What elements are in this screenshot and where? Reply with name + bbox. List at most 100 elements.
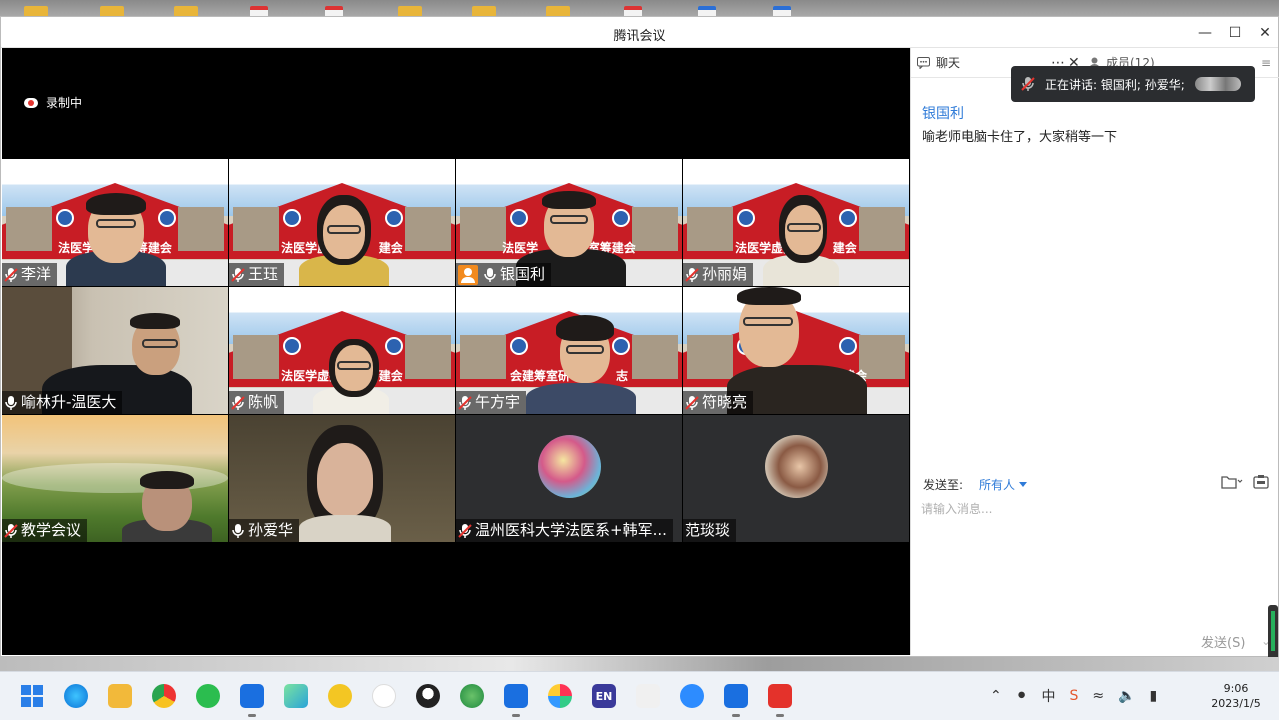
participant-name: 范琰琰: [685, 521, 731, 539]
windows-start-icon[interactable]: [20, 684, 44, 708]
participant-name: 教学会议: [21, 521, 82, 539]
mic-icon: [4, 395, 18, 411]
chrome-icon[interactable]: [152, 684, 176, 708]
video-tile[interactable]: 法医学虚拟 建会 王珏: [229, 159, 455, 286]
participant-name: 李洋: [21, 265, 52, 283]
avatar: [538, 435, 601, 498]
video-tile[interactable]: 法医学 筹建会 李洋: [2, 159, 228, 286]
app-icon[interactable]: [372, 684, 396, 708]
folder-icon[interactable]: [24, 6, 48, 16]
title-bar: 腾讯会议 — ☐ ✕: [1, 17, 1278, 48]
volume-icon[interactable]: 🔈: [1118, 688, 1135, 704]
video-tile-active-speaker[interactable]: 法医学 研室筹建会 银国利: [456, 159, 682, 286]
participant-name-label: 陈帆: [229, 391, 285, 414]
banner-text: 建会: [378, 369, 403, 383]
ime-indicator[interactable]: 中: [1041, 686, 1055, 706]
doc-file-icon[interactable]: [773, 6, 791, 16]
record-icon: [24, 97, 38, 108]
app-icon[interactable]: [724, 684, 748, 717]
send-to-dropdown[interactable]: 所有人: [979, 476, 1028, 493]
participant-name: 银国利: [500, 265, 546, 283]
message-sender[interactable]: 银国利: [922, 104, 1262, 124]
banner-text: 建会: [832, 241, 857, 255]
chevron-down-icon: [1019, 481, 1028, 487]
video-grid: 法医学 筹建会 李洋 法医学虚拟 建会 王珏 法医学 研室筹建会 银国利 法医学…: [2, 159, 910, 543]
video-tile[interactable]: 建会 符晓亮: [683, 287, 909, 414]
participant-name-label: 孙丽娟: [683, 263, 754, 286]
video-tile[interactable]: 法医学虚拟 建会 孙丽娟: [683, 159, 909, 286]
microscope-icon[interactable]: [636, 684, 660, 708]
app-icon[interactable]: [328, 684, 352, 708]
system-tray: ⌃ ⚫ 中 S ≈ 🔈 ▮: [990, 684, 1157, 708]
screenshot-icon[interactable]: [1253, 474, 1269, 493]
video-tile[interactable]: 教学会议: [2, 415, 228, 542]
mic-muted-icon: [231, 395, 245, 411]
folder-icon[interactable]: [472, 6, 496, 16]
wechat-icon[interactable]: [196, 684, 220, 708]
mic-muted-icon: [458, 395, 472, 411]
edge-browser-icon[interactable]: [64, 684, 88, 708]
sogou-input-icon[interactable]: S: [1069, 688, 1078, 704]
english-app-icon[interactable]: EN: [592, 684, 616, 708]
app-icon[interactable]: [460, 684, 484, 708]
wifi-icon[interactable]: ≈: [1092, 688, 1104, 704]
folder-icon[interactable]: [546, 6, 570, 16]
pdf-file-icon[interactable]: [250, 6, 268, 16]
participant-name: 王珏: [248, 265, 279, 283]
folder-icon[interactable]: [398, 6, 422, 16]
clock[interactable]: 9:06 2023/1/5: [1206, 681, 1266, 711]
video-tile[interactable]: 温州医科大学法医系+韩军...: [456, 415, 682, 542]
folder-icon[interactable]: [174, 6, 198, 16]
mic-muted-icon: [458, 523, 472, 539]
mic-icon: [231, 523, 245, 539]
meeting-window: 腾讯会议 — ☐ ✕ 录制中 法医学 筹建会 李洋 法医学虚拟 建会 王珏 法医…: [0, 16, 1279, 657]
tencent-meeting-icon[interactable]: [504, 684, 528, 717]
mic-muted-icon: [1021, 77, 1035, 91]
mic-muted-icon: [4, 267, 18, 283]
close-button[interactable]: ✕: [1250, 21, 1279, 45]
chat-message-input[interactable]: [921, 500, 1269, 620]
participant-name-label: 孙爱华: [229, 519, 300, 542]
participant-name-label: 教学会议: [2, 519, 88, 542]
pdf-file-icon[interactable]: [624, 6, 642, 16]
recording-indicator[interactable]: 录制中: [24, 94, 82, 111]
video-tile[interactable]: 法医学虚拟 建会 陈帆: [229, 287, 455, 414]
speaking-toast: 正在讲话: 银国利; 孙爱华;: [1011, 66, 1255, 102]
app-icon[interactable]: [548, 684, 572, 708]
banner-text: 志: [615, 369, 628, 383]
participant-name-label: 王珏: [229, 263, 285, 286]
banner-text: 会建筹室研: [510, 369, 571, 383]
battery-icon[interactable]: ▮: [1150, 688, 1158, 704]
zoom-icon[interactable]: [680, 684, 704, 708]
participant-name: 午方宇: [475, 393, 521, 411]
mic-muted-icon: [231, 267, 245, 283]
send-file-icon[interactable]: [1221, 474, 1243, 493]
send-to-row: 发送至: 所有人: [923, 474, 1273, 494]
dingtalk-icon[interactable]: [240, 684, 264, 717]
qq-icon[interactable]: [416, 684, 440, 708]
doc-file-icon[interactable]: [698, 6, 716, 16]
video-tile[interactable]: 喻林升-温医大: [2, 287, 228, 414]
file-explorer-icon[interactable]: [108, 684, 132, 708]
participant-name: 温州医科大学法医系+韩军...: [475, 521, 667, 539]
panel-menu-icon[interactable]: ≡: [1261, 48, 1271, 78]
clock-date: 2023/1/5: [1211, 697, 1261, 710]
pdf-file-icon[interactable]: [325, 6, 343, 16]
microphone-icon[interactable]: ⚫: [1016, 688, 1028, 704]
chat-message: 银国利 喻老师电脑卡住了，大家稍等一下: [922, 104, 1262, 148]
folder-icon[interactable]: [100, 6, 124, 16]
video-tile[interactable]: 孙爱华: [229, 415, 455, 542]
participant-name-label: 符晓亮: [683, 391, 754, 414]
tab-chat[interactable]: 聊天: [917, 48, 960, 78]
chat-bubble-icon: [917, 57, 930, 69]
minimize-button[interactable]: —: [1190, 21, 1220, 45]
wps-icon[interactable]: [768, 684, 792, 717]
video-tile[interactable]: 会建筹室研 志 午方宇: [456, 287, 682, 414]
maximize-button[interactable]: ☐: [1220, 21, 1250, 45]
chevron-up-icon[interactable]: ⌃: [990, 688, 1002, 704]
app-icon[interactable]: [284, 684, 308, 708]
avatar: [765, 435, 828, 498]
video-tile[interactable]: 范琰琰: [683, 415, 909, 542]
participant-name-label: 李洋: [2, 263, 58, 286]
send-button[interactable]: 发送(S): [1201, 632, 1245, 651]
